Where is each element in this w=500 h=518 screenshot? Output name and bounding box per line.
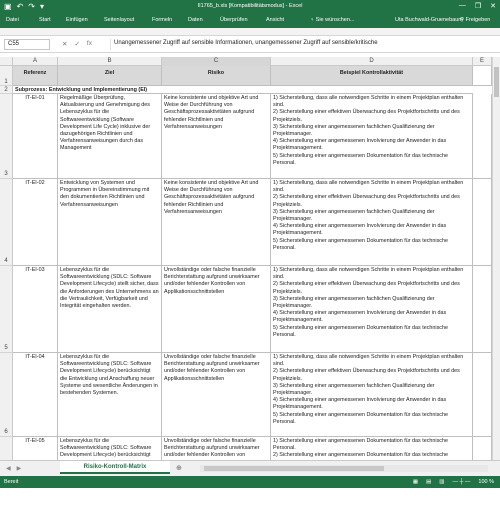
share-label: Freigeben — [465, 17, 491, 23]
column-header-c[interactable]: C — [162, 57, 271, 66]
zoom-level[interactable]: 100 % — [478, 479, 494, 485]
column-header-b[interactable]: B — [58, 57, 162, 66]
sheet-nav: ◀ ▶ — [6, 465, 21, 472]
tab-ansicht[interactable]: Ansicht — [266, 17, 284, 23]
tab-daten[interactable]: Daten — [188, 17, 203, 23]
tab-einfuegen[interactable]: Einfügen — [66, 17, 88, 23]
name-box[interactable]: C55 — [4, 39, 50, 50]
worksheet-grid: 1 Referenz Ziel Risiko Beispiel Kontroll… — [0, 66, 492, 460]
horizontal-scrollbar[interactable] — [200, 465, 488, 472]
header-kontrollaktivitaet[interactable]: Beispiel Kontrollaktivität — [271, 66, 473, 86]
column-headers: A B C D E — [0, 57, 500, 66]
tab-formeln[interactable]: Formeln — [152, 17, 172, 23]
page-layout-icon[interactable]: ▤ — [426, 479, 431, 485]
cell-ref[interactable]: IT-EI-03 — [13, 266, 58, 353]
column-header-a[interactable]: A — [13, 57, 58, 66]
cell-ref[interactable]: IT-EI-02 — [13, 179, 58, 266]
document-title: II1765_b.xls [Kompatibilitätsmodus] - Ex… — [197, 3, 303, 9]
title-bar: ▣ ↶ ↷ ▾ II1765_b.xls [Kompatibilitätsmod… — [0, 0, 500, 14]
cell-goal[interactable]: Lebenszyklus für die Softwareentwicklung… — [58, 353, 162, 437]
enter-icon[interactable]: ✓ — [74, 40, 79, 48]
tell-me-box[interactable]: ♀ Sie wünschen... — [310, 17, 354, 23]
cell-ref[interactable]: IT-EI-01 — [13, 94, 58, 179]
cell-control[interactable]: 1) Sicherstellung, dass alle notwendigen… — [271, 353, 473, 437]
tab-start[interactable]: Start — [39, 17, 51, 23]
add-sheet-icon[interactable]: ⊕ — [176, 464, 182, 472]
cell-empty[interactable] — [473, 179, 492, 266]
vertical-scrollbar[interactable] — [492, 57, 500, 460]
row-header-6[interactable]: 6 — [0, 353, 13, 437]
cancel-icon[interactable]: ✕ — [62, 40, 67, 48]
cell-risk[interactable]: Keine konsistente und objektive Art und … — [162, 94, 271, 179]
cell-empty[interactable] — [473, 266, 492, 353]
formula-buttons: ✕ ✓ fx — [62, 40, 92, 48]
minimize-button[interactable]: — — [459, 2, 466, 10]
window-controls: — ❐ ✕ — [459, 2, 496, 10]
row-header-4[interactable]: 4 — [0, 179, 13, 266]
status-ready: Bereit — [4, 479, 19, 485]
cell-empty[interactable] — [473, 94, 492, 179]
user-name[interactable]: Uta Buchwald-Gruenebaum — [395, 17, 463, 23]
save-icon[interactable]: ▣ — [4, 2, 12, 12]
fx-icon[interactable]: fx — [87, 40, 92, 48]
sheet-tabs-bar: ◀ ▶ Risiko-Kontroll-Matrix ⊕ — [0, 460, 500, 476]
row-header-5[interactable]: 5 — [0, 266, 13, 353]
undo-icon[interactable]: ↶ — [17, 2, 24, 12]
cell-ref[interactable]: IT-EI-05 — [13, 437, 58, 460]
status-bar: Bereit ▦ ▤ ▥ — ┼ — 100 % — [0, 476, 500, 488]
cell-goal[interactable]: Lebenszyklus für die Softwareentwicklung… — [58, 266, 162, 353]
tab-seitenlayout[interactable]: Seitenlayout — [104, 17, 134, 23]
cell-risk[interactable]: Keine konsistente und objektive Art und … — [162, 179, 271, 266]
empty-area — [0, 488, 500, 518]
customize-qat-icon[interactable]: ▾ — [40, 2, 44, 12]
header-referenz[interactable]: Referenz — [13, 66, 58, 86]
cell-goal[interactable]: Regelmäßige Überprüfung, Aktualisierung … — [58, 94, 162, 179]
cell-risk[interactable]: Unvollständige oder falsche finanzielle … — [162, 437, 271, 460]
tab-ueberpruefen[interactable]: Überprüfen — [220, 17, 248, 23]
column-header-d[interactable]: D — [271, 57, 473, 66]
formula-input[interactable]: Unangemessener Zugriff auf sensible Info… — [110, 39, 496, 50]
zoom-slider[interactable]: — ┼ — — [452, 479, 470, 485]
status-right: ▦ ▤ ▥ — ┼ — 100 % — [413, 479, 494, 485]
tab-datei[interactable]: Datei — [6, 17, 19, 23]
cell-control[interactable]: 1) Sicherstellung, dass alle notwendigen… — [271, 94, 473, 179]
next-sheet-icon[interactable]: ▶ — [17, 465, 22, 472]
normal-view-icon[interactable]: ▦ — [413, 479, 418, 485]
cell-control[interactable]: 1) Sicherstellung, dass alle notwendigen… — [271, 179, 473, 266]
row-header-2[interactable]: 2 — [0, 86, 13, 94]
prev-sheet-icon[interactable]: ◀ — [6, 465, 11, 472]
cell-risk[interactable]: Unvollständige oder falsche finanzielle … — [162, 266, 271, 353]
row-header-3[interactable]: 3 — [0, 94, 13, 179]
cell-control[interactable]: 1) Sicherstellung, dass alle notwendigen… — [271, 266, 473, 353]
column-header-e[interactable]: E — [473, 57, 492, 66]
cell-e1[interactable] — [473, 66, 492, 86]
row-header-1[interactable]: 1 — [0, 66, 13, 86]
row-header-7[interactable]: 7 — [0, 437, 13, 460]
sheet-tab-risiko-kontroll-matrix[interactable]: Risiko-Kontroll-Matrix — [60, 461, 170, 474]
cell-empty[interactable] — [473, 437, 492, 460]
header-risiko[interactable]: Risiko — [162, 66, 271, 86]
quick-access-toolbar: ▣ ↶ ↷ ▾ — [4, 2, 44, 12]
cell-control[interactable]: 1) Sicherstellung einer angemessenen Dok… — [271, 437, 473, 460]
cell-goal[interactable]: Lebenszyklus für die Softwareentwicklung… — [58, 437, 162, 460]
redo-icon[interactable]: ↷ — [28, 2, 35, 12]
page-break-icon[interactable]: ▥ — [439, 479, 444, 485]
subprocess-title[interactable]: Subprozess: Entwicklung und Implementier… — [13, 86, 473, 94]
share-button[interactable]: ⚲ Freigeben — [460, 17, 490, 23]
vertical-scroll-thumb[interactable] — [494, 67, 499, 97]
cell-empty[interactable] — [473, 353, 492, 437]
tell-me-label: Sie wünschen... — [315, 17, 355, 23]
close-button[interactable]: ✕ — [490, 2, 496, 10]
select-all-corner[interactable] — [0, 57, 13, 66]
collapsed-ribbon — [0, 28, 500, 36]
formula-bar: C55 ✕ ✓ fx Unangemessener Zugriff auf se… — [0, 36, 500, 53]
cell-ref[interactable]: IT-EI-04 — [13, 353, 58, 437]
cell-risk[interactable]: Unvollständige oder falsche finanzielle … — [162, 353, 271, 437]
cell-goal[interactable]: Entwicklung von Systemen und Programmen … — [58, 179, 162, 266]
ribbon-tabs: Datei Start Einfügen Seitenlayout Formel… — [0, 14, 500, 28]
restore-button[interactable]: ❐ — [475, 2, 481, 10]
horizontal-scroll-thumb[interactable] — [204, 466, 384, 471]
header-ziel[interactable]: Ziel — [58, 66, 162, 86]
